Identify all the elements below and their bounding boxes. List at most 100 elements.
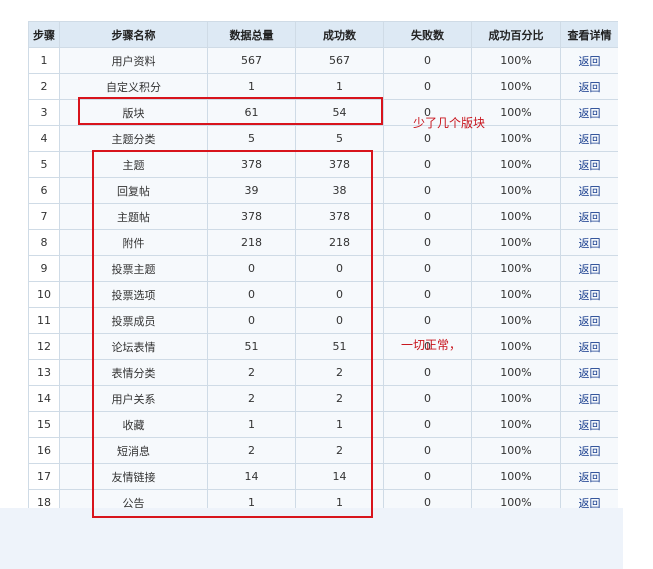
- step-cell: 3: [28, 99, 60, 126]
- fail-cell: 0: [383, 307, 472, 334]
- percent-cell: 100%: [471, 203, 561, 230]
- step-name-cell: 投票成员: [59, 307, 208, 334]
- column-header-fail: 失败数: [383, 21, 472, 48]
- table-row: 8 附件 218 218 0 100% 返回: [28, 229, 618, 256]
- back-link[interactable]: 返回: [579, 497, 601, 509]
- step-name-cell: 收藏: [59, 411, 208, 438]
- details-cell: 返回: [560, 255, 618, 282]
- success-cell: 5: [295, 125, 384, 152]
- details-cell: 返回: [560, 177, 618, 204]
- success-cell: 218: [295, 229, 384, 256]
- success-cell: 0: [295, 281, 384, 308]
- details-cell: 返回: [560, 125, 618, 152]
- table-row: 10 投票选项 0 0 0 100% 返回: [28, 281, 618, 308]
- step-cell: 14: [28, 385, 60, 412]
- fail-cell: 0: [383, 385, 472, 412]
- back-link[interactable]: 返回: [579, 211, 601, 224]
- step-name-cell: 主题分类: [59, 125, 208, 152]
- back-link[interactable]: 返回: [579, 133, 601, 146]
- back-link[interactable]: 返回: [579, 341, 601, 354]
- percent-cell: 100%: [471, 437, 561, 464]
- step-cell: 13: [28, 359, 60, 386]
- details-cell: 返回: [560, 73, 618, 100]
- step-cell: 11: [28, 307, 60, 334]
- details-cell: 返回: [560, 359, 618, 386]
- success-cell: 378: [295, 151, 384, 178]
- back-link[interactable]: 返回: [579, 393, 601, 406]
- details-cell: 返回: [560, 385, 618, 412]
- percent-cell: 100%: [471, 177, 561, 204]
- total-cell: 378: [207, 203, 296, 230]
- success-cell: 38: [295, 177, 384, 204]
- back-link[interactable]: 返回: [579, 263, 601, 276]
- step-cell: 1: [28, 47, 60, 74]
- step-name-cell: 短消息: [59, 437, 208, 464]
- percent-cell: 100%: [471, 359, 561, 386]
- back-link[interactable]: 返回: [579, 289, 601, 302]
- back-link[interactable]: 返回: [579, 419, 601, 432]
- step-cell: 4: [28, 125, 60, 152]
- fail-cell: 0: [383, 255, 472, 282]
- step-cell: 6: [28, 177, 60, 204]
- total-cell: 378: [207, 151, 296, 178]
- percent-cell: 100%: [471, 281, 561, 308]
- step-cell: 18: [28, 489, 60, 508]
- table-header-row: 步骤 步骤名称 数据总量 成功数 失败数 成功百分比 查看详情: [28, 21, 618, 48]
- fail-cell: 0: [383, 281, 472, 308]
- fail-cell: 0: [383, 73, 472, 100]
- column-header-step-name: 步骤名称: [59, 21, 208, 48]
- total-cell: 51: [207, 333, 296, 360]
- success-cell: 1: [295, 73, 384, 100]
- table-row: 9 投票主题 0 0 0 100% 返回: [28, 255, 618, 282]
- details-cell: 返回: [560, 47, 618, 74]
- column-header-percent: 成功百分比: [471, 21, 561, 48]
- back-link[interactable]: 返回: [579, 367, 601, 380]
- step-cell: 8: [28, 229, 60, 256]
- success-cell: 2: [295, 437, 384, 464]
- percent-cell: 100%: [471, 307, 561, 334]
- total-cell: 0: [207, 307, 296, 334]
- back-link[interactable]: 返回: [579, 315, 601, 328]
- back-link[interactable]: 返回: [579, 445, 601, 458]
- percent-cell: 100%: [471, 73, 561, 100]
- total-cell: 218: [207, 229, 296, 256]
- annotation-all-normal: 一切正常，: [401, 338, 462, 352]
- back-link[interactable]: 返回: [579, 81, 601, 94]
- table-row: 1 用户资料 567 567 0 100% 返回: [28, 47, 618, 74]
- fail-cell: 0: [383, 463, 472, 490]
- details-cell: 返回: [560, 437, 618, 464]
- step-name-cell: 论坛表情: [59, 333, 208, 360]
- percent-cell: 100%: [471, 463, 561, 490]
- step-name-cell: 主题帖: [59, 203, 208, 230]
- page-right-margin: [623, 0, 653, 569]
- total-cell: 1: [207, 489, 296, 508]
- table-row: 6 回复帖 39 38 0 100% 返回: [28, 177, 618, 204]
- back-link[interactable]: 返回: [579, 159, 601, 172]
- back-link[interactable]: 返回: [579, 471, 601, 484]
- back-link[interactable]: 返回: [579, 55, 601, 68]
- success-cell: 51: [295, 333, 384, 360]
- back-link[interactable]: 返回: [579, 185, 601, 198]
- back-link[interactable]: 返回: [579, 237, 601, 250]
- table-row: 18 公告 1 1 0 100% 返回: [28, 489, 618, 509]
- column-header-step: 步骤: [28, 21, 60, 48]
- percent-cell: 100%: [471, 151, 561, 178]
- back-link[interactable]: 返回: [579, 107, 601, 120]
- step-cell: 16: [28, 437, 60, 464]
- total-cell: 14: [207, 463, 296, 490]
- table-row: 3 版块 61 54 0 100% 返回: [28, 99, 618, 126]
- table-row: 4 主题分类 5 5 0 100% 返回: [28, 125, 618, 152]
- column-header-details: 查看详情: [560, 21, 618, 48]
- step-cell: 12: [28, 333, 60, 360]
- success-cell: 14: [295, 463, 384, 490]
- total-cell: 5: [207, 125, 296, 152]
- table-row: 7 主题帖 378 378 0 100% 返回: [28, 203, 618, 230]
- step-name-cell: 用户资料: [59, 47, 208, 74]
- details-cell: 返回: [560, 307, 618, 334]
- table-row: 17 友情链接 14 14 0 100% 返回: [28, 463, 618, 490]
- details-cell: 返回: [560, 463, 618, 490]
- total-cell: 1: [207, 73, 296, 100]
- conversion-report-panel: 步骤 步骤名称 数据总量 成功数 失败数 成功百分比 查看详情 1 用户资料 5…: [28, 21, 618, 508]
- fail-cell: 0: [383, 177, 472, 204]
- fail-cell: 0: [383, 437, 472, 464]
